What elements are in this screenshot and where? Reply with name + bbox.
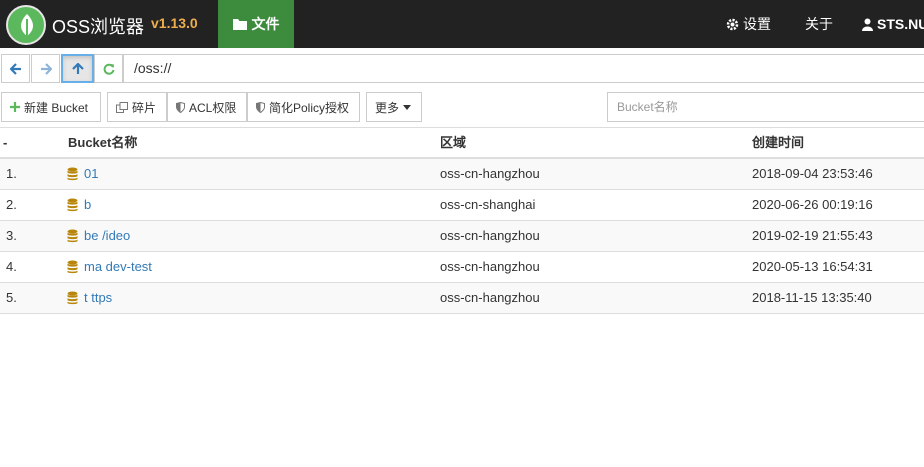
- bucket-name-link[interactable]: b: [84, 190, 91, 220]
- row-region: oss-cn-shanghai: [440, 197, 536, 212]
- header-region[interactable]: 区域: [440, 128, 466, 158]
- table-row[interactable]: 5. t ttps oss-cn-hangzhou 2018-11-15 13:35:…: [0, 283, 924, 314]
- tab-files[interactable]: 文件: [218, 0, 294, 48]
- row-index: 2.: [6, 197, 17, 212]
- settings-label: 设置: [743, 16, 771, 32]
- more-label: 更多: [375, 100, 400, 115]
- acl-label: ACL权限: [189, 100, 237, 115]
- user-icon: [862, 18, 873, 31]
- database-icon: [67, 260, 78, 274]
- table-row[interactable]: 2. b oss-cn-shanghai 2020-06-26 00:19:16: [0, 190, 924, 221]
- header-name[interactable]: Bucket名称: [68, 128, 137, 158]
- row-index: 1.: [6, 166, 17, 181]
- table-row[interactable]: 1. 01 oss-cn-hangzhou 2018-09-04 23:53:46: [0, 159, 924, 190]
- bucket-name-link[interactable]: t ttps: [84, 283, 112, 313]
- row-region: oss-cn-hangzhou: [440, 166, 540, 181]
- database-icon: [67, 198, 78, 212]
- header-created[interactable]: 创建时间: [752, 128, 804, 158]
- database-icon: [67, 229, 78, 243]
- row-created: 2020-06-26 00:19:16: [752, 197, 873, 212]
- row-created: 2018-11-15 13:35:40: [752, 290, 872, 305]
- settings-menu[interactable]: 设置: [726, 0, 771, 48]
- folder-icon: [232, 19, 247, 30]
- back-button[interactable]: [1, 54, 30, 83]
- table-row[interactable]: 4. ma dev-test oss-cn-hangzhou 2020-05-13 1…: [0, 252, 924, 283]
- fragments-button[interactable]: 碎片: [107, 92, 167, 122]
- row-region: oss-cn-hangzhou: [440, 290, 540, 305]
- row-region: oss-cn-hangzhou: [440, 259, 540, 274]
- bucket-name-link[interactable]: ma dev-test: [84, 252, 152, 282]
- database-icon: [67, 167, 78, 181]
- refresh-icon: [103, 63, 114, 75]
- table-body: 1. 01 oss-cn-hangzhou 2018-09-04 23:53:46 2.…: [0, 159, 924, 314]
- about-label: 关于: [805, 16, 833, 32]
- new-bucket-label: 新建 Bucket: [24, 100, 89, 115]
- top-navbar: OSS浏览器 v1.13.0 文件 设置 关于 STS.NU: [0, 0, 924, 48]
- policy-button[interactable]: 简化Policy授权: [247, 92, 360, 122]
- row-region: oss-cn-hangzhou: [440, 228, 540, 243]
- bucket-table: - Bucket名称 区域 创建时间 1. 01 oss-cn-hangzhou 20…: [0, 127, 924, 314]
- header-index: -: [3, 135, 8, 150]
- bucket-name-link[interactable]: be /ideo: [84, 221, 130, 251]
- row-index: 5.: [6, 290, 17, 305]
- policy-label: 简化Policy授权: [269, 100, 350, 115]
- search-input[interactable]: [607, 92, 924, 122]
- row-created: 2020-05-13 16:54:31: [752, 259, 873, 274]
- shield-icon: [176, 101, 185, 113]
- arrow-right-icon: [40, 62, 52, 75]
- shield-icon: [256, 101, 265, 113]
- up-button[interactable]: [61, 54, 94, 83]
- database-icon: [67, 291, 78, 305]
- tab-files-label: 文件: [251, 16, 280, 32]
- user-label: STS.NU: [877, 16, 924, 32]
- caret-down-icon: [403, 104, 412, 110]
- bucket-name-link[interactable]: 01: [84, 159, 98, 189]
- app-logo-icon: [6, 5, 46, 45]
- refresh-button[interactable]: [94, 54, 123, 83]
- address-input[interactable]: /oss://: [123, 54, 924, 83]
- row-created: 2019-02-19 21:55:43: [752, 228, 873, 243]
- gear-icon: [726, 18, 739, 30]
- copy-icon: [116, 101, 128, 113]
- app-version: v1.13.0: [151, 15, 198, 31]
- table-row[interactable]: 3. be /ideo oss-cn-hangzhou 2019-02-19 21:5…: [0, 221, 924, 252]
- more-dropdown[interactable]: 更多: [366, 92, 422, 122]
- row-index: 4.: [6, 259, 17, 274]
- fragments-label: 碎片: [132, 100, 157, 115]
- arrow-up-icon: [71, 62, 84, 74]
- arrow-left-icon: [9, 62, 21, 75]
- user-menu[interactable]: STS.NU: [862, 0, 924, 48]
- row-created: 2018-09-04 23:53:46: [752, 166, 873, 181]
- app-brand-name: OSS浏览器: [52, 17, 145, 37]
- row-index: 3.: [6, 228, 17, 243]
- new-bucket-button[interactable]: 新建 Bucket: [1, 92, 101, 122]
- acl-button[interactable]: ACL权限: [167, 92, 247, 122]
- forward-button[interactable]: [31, 54, 60, 83]
- table-header: - Bucket名称 区域 创建时间: [0, 127, 924, 159]
- plus-icon: [10, 102, 20, 112]
- about-menu[interactable]: 关于: [805, 0, 833, 48]
